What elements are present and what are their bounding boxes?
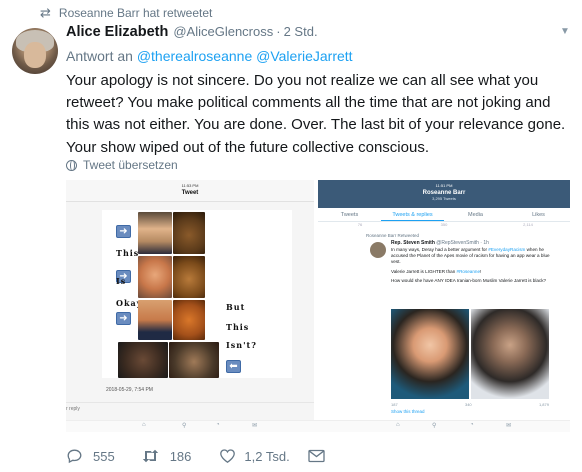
- tweet-header: Alice Elizabeth @AliceGlencross · 2 Std.: [66, 24, 318, 40]
- avatar[interactable]: [12, 28, 58, 74]
- meme-photo: [118, 342, 168, 378]
- embedded-photo: [391, 309, 469, 399]
- embedded-retweeted-label: Roseanne Barr Retweeted: [366, 233, 420, 238]
- meme-photo: [173, 212, 205, 254]
- meme-photo: [173, 256, 205, 298]
- meme-photo: [173, 300, 205, 340]
- translate-tweet-link[interactable]: Tweet übersetzen: [66, 158, 178, 172]
- embedded-avatar: [370, 242, 386, 258]
- embedded-counts: 76 350 2,114: [357, 222, 533, 227]
- search-icon: ⚲: [432, 423, 437, 429]
- tweet-text: Your apology is not sincere. Do you not …: [66, 72, 566, 156]
- embedded-tweet-text: In many ways, Deray had a better argumen…: [391, 247, 550, 283]
- home-icon: ⌂: [142, 422, 146, 428]
- meme-photo: [138, 212, 172, 254]
- embedded-profile-header: 11:51 PM Roseanne Barr 3,295 Tweets: [318, 180, 570, 208]
- embedded-profile-count: 3,295 Tweets: [432, 196, 456, 201]
- reply-count: 555: [93, 448, 115, 464]
- meme-image: ➜ This ➜ Is Okay ➜ But This Isn't? ⬅: [102, 210, 292, 378]
- embedded-action-counts: 187 340 1,879: [391, 402, 549, 407]
- arrow-left-icon: ⬅: [226, 360, 241, 373]
- retweet-context-label: Roseanne Barr hat retweetet: [58, 6, 213, 20]
- home-icon: ⌂: [396, 422, 400, 428]
- embedded-photos: [391, 309, 549, 399]
- embedded-show-thread: Show this thread: [391, 409, 425, 414]
- mention-link[interactable]: @therealroseanne: [137, 48, 252, 64]
- embedded-reply-hint: r reply: [66, 406, 80, 412]
- globe-icon: [66, 159, 77, 171]
- meme-text: This: [116, 248, 140, 258]
- reply-to-line: Antwort an @therealroseanne @ValerieJarr…: [66, 48, 353, 64]
- embedded-date: 2018-05-29, 7:54 PM: [106, 387, 153, 393]
- attached-image-left[interactable]: 11:53 PM Tweet ➜ This ➜ Is Okay ➜ But Th…: [66, 180, 314, 420]
- embedded-author: Rep. Steven Smith @RepStevenSmith · 1h: [391, 240, 489, 246]
- reply-icon: [67, 449, 82, 464]
- reply-button[interactable]: 555: [66, 448, 115, 464]
- retweet-count: 186: [169, 448, 192, 464]
- like-button[interactable]: 1,2 Tsd.: [219, 448, 290, 464]
- meme-photo: [138, 256, 172, 298]
- meme-photo: [169, 342, 219, 378]
- retweet-context[interactable]: ⇄ Roseanne Barr hat retweetet: [40, 5, 212, 21]
- embedded-status-bar: 11:53 PM Tweet: [66, 180, 314, 202]
- mail-icon: ✉: [506, 423, 512, 429]
- embedded-tab-active: Tweets & replies: [381, 208, 444, 221]
- tweet-actions: 555 186 1,2 Tsd.: [66, 446, 325, 466]
- meme-text: Isn't?: [226, 340, 257, 350]
- embedded-title: Tweet: [181, 190, 199, 196]
- embedded-tabs: Tweets Tweets & replies Media Likes: [318, 208, 570, 222]
- retweet-icon: ⇄: [40, 5, 51, 20]
- bell-icon: ◔: [216, 422, 220, 428]
- author-name[interactable]: Alice Elizabeth: [66, 24, 168, 40]
- meme-text: Is: [116, 276, 127, 286]
- embedded-tab: Likes: [532, 212, 545, 218]
- direct-message-button[interactable]: [308, 449, 325, 463]
- reply-to-prefix: Antwort an: [66, 48, 133, 64]
- envelope-icon: [308, 449, 325, 463]
- translate-label: Tweet übersetzen: [83, 158, 178, 172]
- arrow-right-icon: ➜: [116, 312, 131, 325]
- meme-photo: [138, 300, 172, 340]
- like-count: 1,2 Tsd.: [244, 448, 290, 464]
- embedded-tab: Media: [468, 212, 483, 218]
- retweet-button[interactable]: 186: [141, 448, 192, 464]
- more-options-chevron-icon[interactable]: ▼: [560, 26, 570, 37]
- embedded-tab-bar: ⌂ ⚲ ◔ ✉ ⌂ ⚲ ◔ ✉: [66, 420, 570, 432]
- tweet-timestamp[interactable]: 2 Std.: [284, 24, 318, 39]
- embedded-tab: Tweets: [340, 212, 359, 218]
- mail-icon: ✉: [252, 423, 258, 429]
- embedded-status-time: 11:51 PM: [435, 183, 453, 188]
- retweet-icon: [142, 449, 158, 463]
- separator-dot: ·: [276, 24, 281, 39]
- embedded-photo: [471, 309, 549, 399]
- arrow-right-icon: ➜: [116, 225, 131, 238]
- author-handle[interactable]: @AliceGlencross: [173, 24, 273, 39]
- meme-text: But: [226, 302, 246, 312]
- meme-text: This: [226, 322, 250, 332]
- embedded-status-time: 11:53 PM: [181, 183, 199, 188]
- bell-icon: ◔: [470, 422, 474, 428]
- attached-image-right[interactable]: 11:51 PM Roseanne Barr 3,295 Tweets Twee…: [318, 180, 570, 420]
- search-icon: ⚲: [182, 423, 187, 429]
- heart-icon: [220, 449, 236, 463]
- mention-link[interactable]: @ValerieJarrett: [256, 48, 352, 64]
